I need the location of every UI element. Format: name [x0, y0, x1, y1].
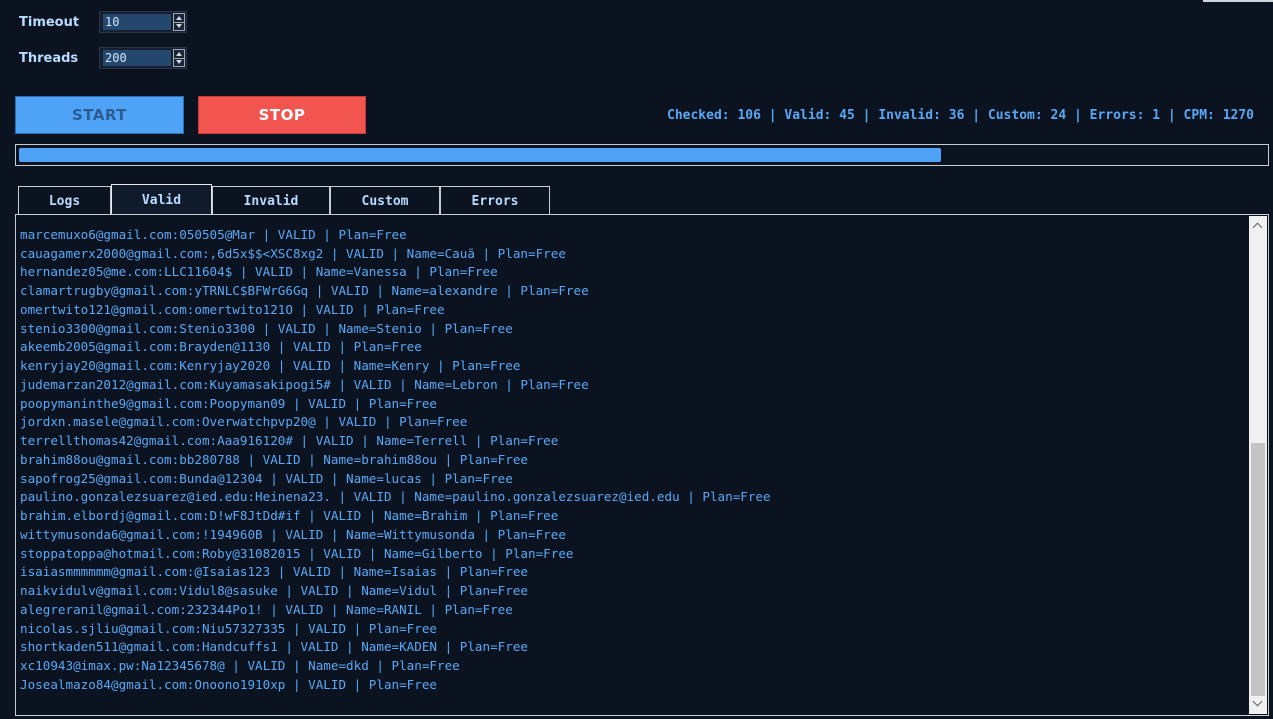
tab-invalid[interactable]: Invalid [212, 186, 330, 216]
increment-arrow-icon[interactable] [176, 16, 182, 20]
timeout-row: Timeout 10 [19, 10, 187, 34]
timeout-stepper[interactable] [173, 13, 185, 31]
results-panel: marcemuxo6@gmail.com:050505@Mar | VALID … [15, 214, 1269, 716]
results-log: marcemuxo6@gmail.com:050505@Mar | VALID … [20, 215, 1248, 695]
tab-errors[interactable]: Errors [440, 186, 550, 216]
log-line: terrellthomas42@gmail.com:Aaa916120# | V… [20, 433, 559, 448]
scroll-up-arrow-icon[interactable] [1249, 218, 1267, 234]
scroll-down-arrow-icon[interactable] [1249, 696, 1267, 712]
log-line: isaiasmmmmmm@gmail.com:@Isaias123 | VALI… [20, 564, 528, 580]
log-line: hernandez05@me.com:LLC11604$ | VALID | N… [20, 264, 498, 280]
log-line: kenryjay20@gmail.com:Kenryjay2020 | VALI… [20, 358, 521, 373]
progress-fill [19, 148, 941, 162]
log-line: clamartrugby@gmail.com:yTRNLC$BFWrG6Gq |… [20, 283, 589, 298]
log-line: brahim88ou@gmail.com:bb280788 | VALID | … [20, 451, 528, 467]
log-line: xc10943@imax.pw:Na12345678@ | VALID | Na… [20, 658, 460, 673]
log-line: akeemb2005@gmail.com:Brayden@1130 | VALI… [20, 339, 422, 355]
stop-button[interactable]: STOP [198, 96, 366, 134]
log-line: omertwito121@gmail.com:omertwito121O | V… [20, 301, 445, 317]
log-line: brahim.elbordj@gmail.com:D!wF8JtDd#if | … [20, 508, 559, 523]
log-line: judemarzan2012@gmail.com:Kuyamasakipogi5… [20, 376, 589, 392]
tab-logs[interactable]: Logs [18, 186, 111, 216]
window-edge-accent [1203, 0, 1273, 2]
threads-row: Threads 200 [19, 46, 187, 70]
log-line: stoppatoppa@hotmail.com:Roby@31082015 | … [20, 545, 574, 561]
decrement-arrow-icon[interactable] [176, 60, 182, 64]
log-line: Josealmazo84@gmail.com:Onoono1910xp | VA… [20, 676, 438, 692]
timeout-spinbox[interactable]: 10 [99, 11, 187, 33]
log-line: cauagamerx2000@gmail.com:,6d5x$$<XSC8xg2… [20, 245, 566, 261]
timeout-label: Timeout [19, 14, 80, 30]
increment-arrow-icon[interactable] [176, 52, 182, 56]
scrollbar-thumb[interactable] [1251, 443, 1265, 696]
stepper-divider [174, 58, 184, 59]
threads-stepper[interactable] [173, 49, 185, 67]
timeout-value[interactable]: 10 [103, 14, 171, 30]
stats-summary: Checked: 106 | Valid: 45 | Invalid: 36 |… [667, 108, 1254, 123]
log-line: jordxn.masele@gmail.com:Overwatchpvp20@ … [20, 414, 468, 430]
log-line: poopymaninthe9@gmail.com:Poopyman09 | VA… [20, 395, 438, 411]
stepper-divider [174, 22, 184, 23]
decrement-arrow-icon[interactable] [176, 24, 182, 28]
threads-spinbox[interactable]: 200 [99, 47, 187, 69]
log-line-partial [20, 215, 1248, 226]
log-line: sapofrog25@gmail.com:Bunda@12304 | VALID… [20, 470, 513, 486]
log-line: nicolas.sjliu@gmail.com:Niu57327335 | VA… [20, 620, 438, 636]
start-button[interactable]: START [15, 96, 184, 134]
progress-bar [15, 144, 1269, 166]
vertical-scrollbar[interactable] [1249, 216, 1267, 714]
threads-value[interactable]: 200 [103, 50, 171, 66]
log-line: alegreranil@gmail.com:232344Po1! | VALID… [20, 601, 513, 617]
log-line: stenio3300@gmail.com:Stenio3300 | VALID … [20, 320, 513, 336]
threads-label: Threads [19, 50, 79, 66]
log-line: naikvidulv@gmail.com:Vidul8@sasuke | VAL… [20, 583, 528, 598]
tab-valid[interactable]: Valid [111, 184, 212, 216]
tab-custom[interactable]: Custom [330, 186, 440, 216]
log-line: wittymusonda6@gmail.com:!194960B | VALID… [20, 526, 566, 542]
log-line: shortkaden511@gmail.com:Handcuffs1 | VAL… [20, 639, 528, 655]
log-line: paulino.gonzalezsuarez@ied.edu:Heinena23… [20, 489, 771, 505]
log-line: marcemuxo6@gmail.com:050505@Mar | VALID … [20, 226, 407, 242]
